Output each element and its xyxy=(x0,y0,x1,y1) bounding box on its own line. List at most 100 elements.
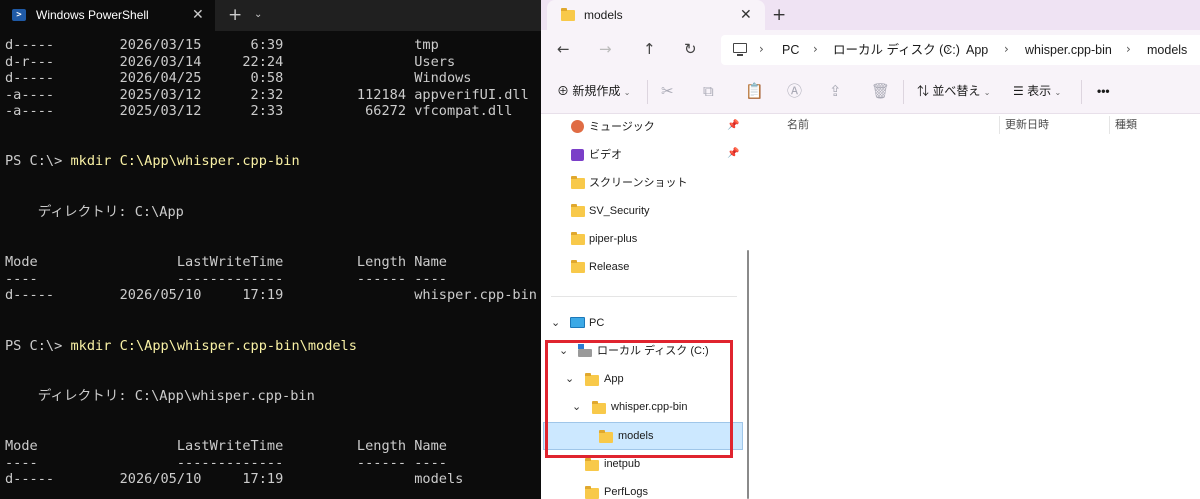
nav-item-piper-plus[interactable]: piper-plus xyxy=(541,226,741,252)
chevron-down-icon[interactable]: ⌄ xyxy=(551,315,560,331)
chevron-down-icon: ⌄ xyxy=(1054,88,1062,97)
tree-item-pc[interactable]: ⌄ PC xyxy=(541,310,741,336)
file-list-header: 名前 更新日時 種類 xyxy=(753,114,1200,136)
terminal-output-line: d----- 2026/04/25 0:58 Windows xyxy=(5,70,472,86)
breadcrumb-local-disk[interactable]: ローカル ディスク (C:) xyxy=(833,42,960,58)
powershell-window: > Windows PowerShell ✕ + ⌄ d----- 2026/0… xyxy=(0,0,541,499)
tree-item-label: PC xyxy=(589,317,605,329)
nav-item-sv-security[interactable]: SV_Security xyxy=(541,198,741,224)
up-button[interactable]: ↑ xyxy=(643,38,656,60)
terminal-output-line: -a---- 2025/03/12 2:33 66272 vfcompat.dl… xyxy=(5,103,513,119)
column-separator[interactable] xyxy=(1109,116,1110,134)
folder-icon xyxy=(571,232,585,245)
prompt: PS C:\> xyxy=(5,153,71,169)
forward-button[interactable]: → xyxy=(599,38,612,60)
explorer-titlebar: models ✕ + xyxy=(541,0,1200,30)
folder-icon xyxy=(585,458,599,471)
terminal-output-line: d----- 2026/05/10 17:19 whisper.cpp-bin xyxy=(5,287,537,303)
share-icon[interactable]: ⇪ xyxy=(829,82,842,100)
file-explorer-window: models ✕ + ← → ↑ ↻ › PC › ローカル ディスク (C:)… xyxy=(541,0,1200,499)
pin-icon: 📌 xyxy=(727,148,740,159)
nav-item-screenshots[interactable]: スクリーンショット xyxy=(541,170,741,196)
nav-item-label: piper-plus xyxy=(589,233,638,245)
column-header-date[interactable]: 更新日時 xyxy=(1005,118,1049,132)
nav-item-release[interactable]: Release xyxy=(541,254,741,280)
terminal-output-line: Mode LastWriteTime Length Name xyxy=(5,438,447,454)
scrollbar[interactable] xyxy=(747,250,749,499)
more-options-button[interactable]: ••• xyxy=(1097,82,1110,100)
new-button[interactable]: ⊕ 新規作成 ⌄ xyxy=(557,82,630,102)
chevron-down-icon[interactable]: ⌄ xyxy=(254,7,262,23)
breadcrumb-pc[interactable]: PC xyxy=(782,42,799,58)
navigation-bar: ← → ↑ ↻ › PC › ローカル ディスク (C:) › App › wh… xyxy=(541,30,1200,70)
chevron-right-icon: › xyxy=(813,42,818,56)
folder-icon xyxy=(571,260,585,273)
terminal-output-line: ---- ------------- ------ ---- xyxy=(5,455,447,471)
terminal-command-line: PS C:\> mkdir C:\App\whisper.cpp-bin xyxy=(5,153,300,170)
rename-icon[interactable]: Ⓐ xyxy=(787,82,802,100)
view-label: 表示 xyxy=(1027,84,1052,98)
new-tab-button[interactable]: + xyxy=(228,4,242,26)
chevron-right-icon: › xyxy=(759,42,764,56)
view-button[interactable]: ☰ 表示 ⌄ xyxy=(1013,82,1061,102)
copy-icon[interactable]: ⧉ xyxy=(703,82,714,100)
nav-item-label: ミュージック xyxy=(589,121,655,133)
column-header-type[interactable]: 種類 xyxy=(1115,118,1137,132)
red-highlight-annotation xyxy=(545,340,733,458)
music-icon xyxy=(571,120,584,133)
sort-button[interactable]: ⇅ 並べ替え ⌄ xyxy=(917,82,990,102)
close-icon[interactable]: ✕ xyxy=(192,6,204,24)
nav-item-videos[interactable]: ビデオ 📌 xyxy=(541,142,741,168)
terminal-output-line: d-r--- 2026/03/14 22:24 Users xyxy=(5,54,456,70)
breadcrumb-models[interactable]: models xyxy=(1147,42,1187,58)
command-bar: ⊕ 新規作成 ⌄ ✂ ⧉ 📋 Ⓐ ⇪ 🗑 ⇅ 並べ替え ⌄ ☰ 表示 ⌄ ••• xyxy=(541,70,1200,114)
explorer-tab-title: models xyxy=(584,8,623,22)
terminal-output-line: ディレクトリ: C:\App xyxy=(5,204,184,220)
folder-icon xyxy=(571,204,585,217)
plus-circle-icon: ⊕ xyxy=(557,84,570,98)
chevron-down-icon: ⌄ xyxy=(623,88,631,97)
terminal-command-line: PS C:\> mkdir C:\App\whisper.cpp-bin\mod… xyxy=(5,338,357,355)
chevron-right-icon: › xyxy=(1004,42,1009,56)
breadcrumb-whisper[interactable]: whisper.cpp-bin xyxy=(1025,42,1112,58)
divider xyxy=(1081,80,1082,104)
close-icon[interactable]: ✕ xyxy=(740,6,752,24)
paste-icon[interactable]: 📋 xyxy=(745,82,764,100)
terminal-tab-title: Windows PowerShell xyxy=(36,8,149,22)
column-separator[interactable] xyxy=(999,116,1000,134)
terminal-titlebar: > Windows PowerShell ✕ + ⌄ xyxy=(0,0,541,31)
view-icon: ☰ xyxy=(1013,84,1024,98)
prompt: PS C:\> xyxy=(5,338,71,354)
column-header-name[interactable]: 名前 xyxy=(787,118,809,132)
nav-item-label: Release xyxy=(589,261,630,273)
computer-icon xyxy=(733,43,747,56)
folder-icon xyxy=(571,176,585,189)
nav-item-label: SV_Security xyxy=(589,205,650,217)
tree-item-label: PerfLogs xyxy=(604,486,649,498)
terminal-tab[interactable]: > Windows PowerShell ✕ xyxy=(0,0,216,31)
explorer-tab[interactable]: models ✕ xyxy=(547,0,765,30)
sort-label: 並べ替え xyxy=(932,84,981,98)
terminal-output-line: ディレクトリ: C:\App\whisper.cpp-bin xyxy=(5,388,315,404)
chevron-right-icon: › xyxy=(946,42,951,56)
divider xyxy=(551,296,737,297)
address-bar[interactable]: › PC › ローカル ディスク (C:) › App › whisper.cp… xyxy=(721,35,1200,65)
folder-icon xyxy=(561,8,575,21)
nav-item-label: ビデオ xyxy=(589,149,622,161)
cut-icon[interactable]: ✂ xyxy=(661,82,674,100)
new-label: 新規作成 xyxy=(572,84,621,98)
delete-icon[interactable]: 🗑 xyxy=(871,82,890,100)
new-tab-button[interactable]: + xyxy=(772,4,786,26)
back-button[interactable]: ← xyxy=(557,38,570,60)
chevron-right-icon: › xyxy=(1126,42,1131,56)
terminal-output-line: -a---- 2025/03/12 2:32 112184 appverifUI… xyxy=(5,87,529,103)
terminal-output-line: ---- ------------- ------ ---- xyxy=(5,271,447,287)
refresh-button[interactable]: ↻ xyxy=(684,38,697,60)
breadcrumb-app[interactable]: App xyxy=(966,42,988,58)
divider xyxy=(903,80,904,104)
tree-item-label: inetpub xyxy=(604,458,641,470)
tree-item-perflogs[interactable]: PerfLogs xyxy=(541,479,741,499)
computer-icon xyxy=(570,317,585,328)
nav-item-music[interactable]: ミュージック 📌 xyxy=(541,114,741,140)
sort-icon: ⇅ xyxy=(917,84,930,98)
